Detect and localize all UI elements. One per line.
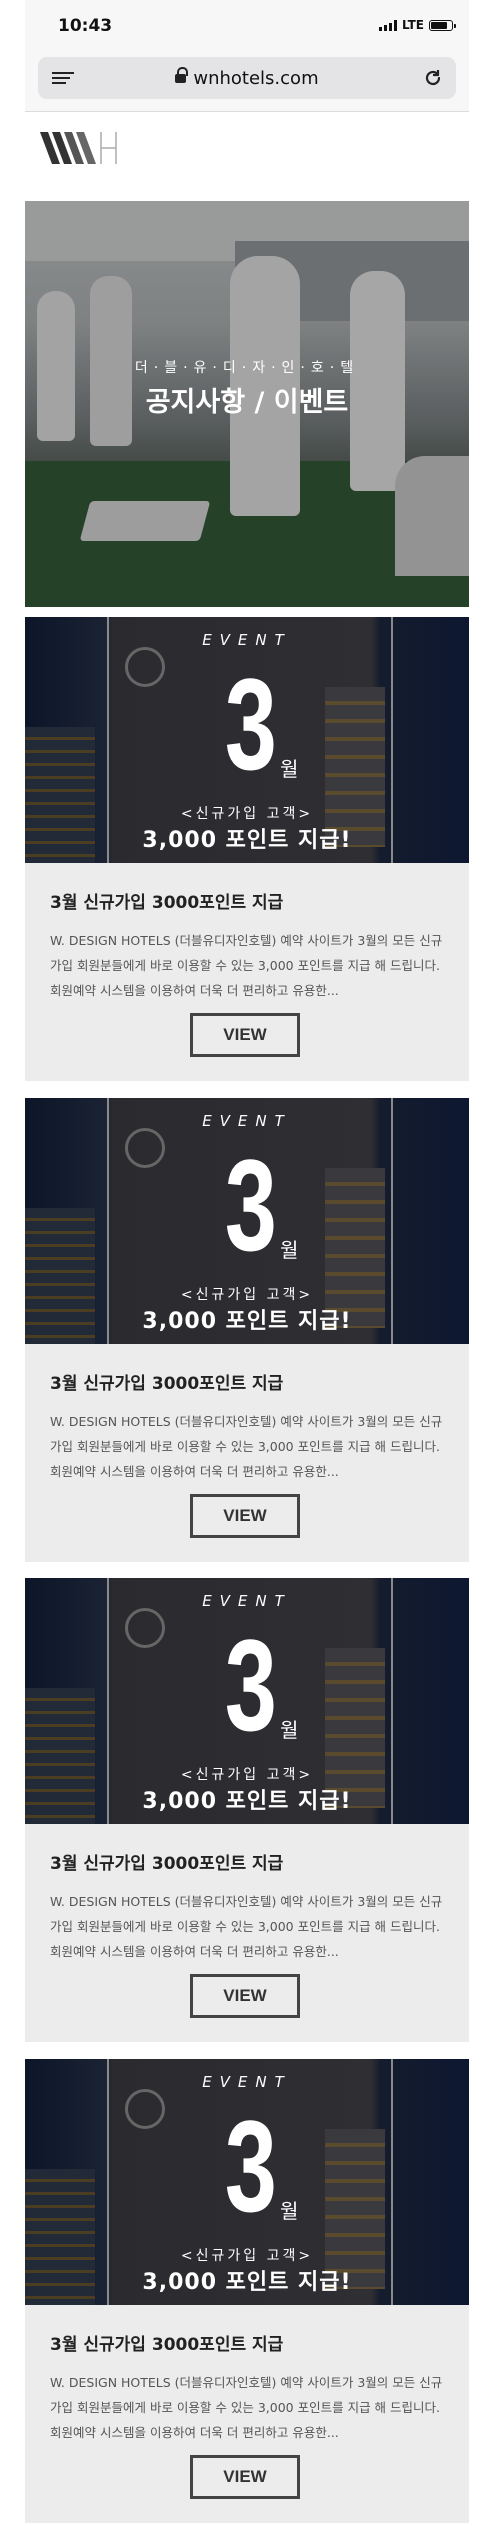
browser-toolbar: wnhotels.com: [25, 50, 469, 112]
hotel-b-sign: [125, 1128, 165, 1168]
hotel-b-sign: [125, 1608, 165, 1648]
banner-month-number: 3: [224, 651, 277, 797]
banner-event-label: EVENT: [202, 2073, 292, 2091]
banner-subtitle: <신규가입 고객>: [180, 806, 314, 822]
banner-event-label: EVENT: [202, 1112, 292, 1130]
card-title[interactable]: 3월 신규가입 3000포인트 지급: [50, 888, 283, 913]
event-banner[interactable]: EVENT 3 월 <신규가입 고객> 3,000 포인트 지급!: [25, 1098, 469, 1344]
network-label: LTE: [401, 18, 424, 32]
card-description: W. DESIGN HOTELS (더블유디자인호텔) 예약 사이트가 3월의 …: [50, 933, 443, 998]
event-banner[interactable]: EVENT 3 월 <신규가입 고객> 3,000 포인트 지급!: [25, 1578, 469, 1824]
event-card[interactable]: EVENT 3 월 <신규가입 고객> 3,000 포인트 지급! 3월 신규가…: [25, 1578, 469, 2042]
banner-month-number: 3: [224, 2093, 277, 2239]
address-bar[interactable]: wnhotels.com: [38, 57, 456, 99]
hero-subtitle: 더·블·유·디·자·인·호·텔: [134, 360, 360, 376]
banner-headline: 3,000 포인트 지급!: [142, 2270, 352, 2295]
hotel-b-sign: [125, 647, 165, 687]
wnh-logo[interactable]: [38, 128, 138, 168]
card-title[interactable]: 3월 신규가입 3000포인트 지급: [50, 1849, 283, 1874]
banner-subtitle: <신규가입 고객>: [180, 2248, 314, 2264]
card-description: W. DESIGN HOTELS (더블유디자인호텔) 예약 사이트가 3월의 …: [50, 1414, 443, 1479]
hero-banner: 더·블·유·디·자·인·호·텔 공지사항 / 이벤트: [25, 201, 469, 607]
banner-event-label: EVENT: [202, 1592, 292, 1610]
banner-month-unit: 월: [280, 757, 299, 781]
status-bar: 10:43 LTE: [25, 0, 469, 50]
card-title[interactable]: 3월 신규가입 3000포인트 지급: [50, 2330, 283, 2355]
banner-month-unit: 월: [280, 2199, 299, 2223]
reload-icon[interactable]: [422, 67, 444, 89]
lock-icon: [175, 67, 189, 85]
view-button[interactable]: VIEW: [190, 1494, 300, 1538]
url-display[interactable]: wnhotels.com: [38, 67, 456, 89]
banner-subtitle: <신규가입 고객>: [180, 1767, 314, 1783]
banner-month-number: 3: [224, 1612, 277, 1758]
event-card[interactable]: EVENT 3 월 <신규가입 고객> 3,000 포인트 지급! 3월 신규가…: [25, 617, 469, 1081]
battery-icon: [429, 19, 456, 31]
view-button[interactable]: VIEW: [190, 2455, 300, 2499]
view-button[interactable]: VIEW: [190, 1974, 300, 2018]
banner-event-label: EVENT: [202, 631, 292, 649]
event-banner[interactable]: EVENT 3 월 <신규가입 고객> 3,000 포인트 지급!: [25, 2059, 469, 2305]
card-title[interactable]: 3월 신규가입 3000포인트 지급: [50, 1369, 283, 1394]
banner-headline: 3,000 포인트 지급!: [142, 828, 352, 853]
banner-subtitle: <신규가입 고객>: [180, 1287, 314, 1303]
banner-headline: 3,000 포인트 지급!: [142, 1789, 352, 1814]
status-time: 10:43: [58, 16, 113, 36]
view-button[interactable]: VIEW: [190, 1013, 300, 1057]
event-card[interactable]: EVENT 3 월 <신규가입 고객> 3,000 포인트 지급! 3월 신규가…: [25, 2059, 469, 2523]
status-indicators: LTE: [378, 18, 456, 32]
card-description: W. DESIGN HOTELS (더블유디자인호텔) 예약 사이트가 3월의 …: [50, 1894, 443, 1959]
hotel-b-sign: [125, 2089, 165, 2129]
event-banner[interactable]: EVENT 3 월 <신규가입 고객> 3,000 포인트 지급!: [25, 617, 469, 863]
event-card[interactable]: EVENT 3 월 <신규가입 고객> 3,000 포인트 지급! 3월 신규가…: [25, 1098, 469, 1562]
banner-month-unit: 월: [280, 1238, 299, 1262]
signal-icon: [378, 19, 397, 31]
banner-headline: 3,000 포인트 지급!: [142, 1309, 352, 1334]
banner-month-unit: 월: [280, 1718, 299, 1742]
hero-title: 공지사항 / 이벤트: [145, 387, 349, 418]
card-description: W. DESIGN HOTELS (더블유디자인호텔) 예약 사이트가 3월의 …: [50, 2375, 443, 2440]
banner-month-number: 3: [224, 1132, 277, 1278]
url-text: wnhotels.com: [193, 68, 319, 89]
